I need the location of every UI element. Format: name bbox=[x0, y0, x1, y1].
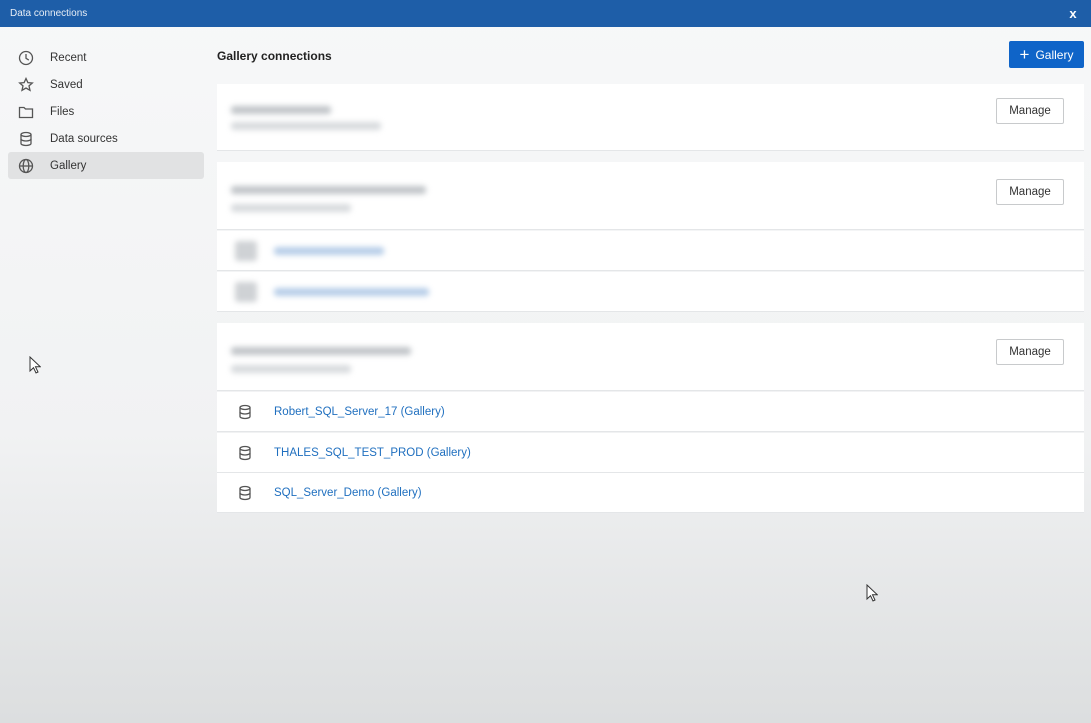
sidebar-item-label: Data sources bbox=[50, 132, 118, 145]
connection-group: Manage bbox=[217, 84, 1084, 151]
blurred-text bbox=[274, 247, 384, 255]
sidebar: Recent Saved Files Data sources Gallery bbox=[8, 44, 204, 179]
close-icon[interactable]: x bbox=[1065, 6, 1081, 21]
connection-group: Manage bbox=[217, 323, 1084, 391]
window-titlebar: Data connections x bbox=[0, 0, 1091, 27]
page-title: Gallery connections bbox=[217, 49, 332, 63]
add-gallery-button[interactable]: + Gallery bbox=[1009, 41, 1084, 68]
sidebar-item-data-sources[interactable]: Data sources bbox=[8, 125, 204, 152]
list-item[interactable] bbox=[217, 272, 1084, 312]
sidebar-item-label: Saved bbox=[50, 78, 83, 91]
connection-group-header: Manage bbox=[217, 162, 1084, 229]
sidebar-item-files[interactable]: Files bbox=[8, 98, 204, 125]
connection-row[interactable]: SQL_Server_Demo (Gallery) bbox=[217, 473, 1084, 513]
connection-row[interactable]: Robert_SQL_Server_17 (Gallery) bbox=[217, 392, 1084, 432]
clock-icon bbox=[18, 50, 34, 66]
list-item[interactable] bbox=[217, 231, 1084, 271]
plus-icon: + bbox=[1019, 45, 1030, 64]
manage-button[interactable]: Manage bbox=[996, 98, 1064, 124]
database-icon bbox=[235, 282, 257, 302]
connection-link[interactable]: THALES_SQL_TEST_PROD (Gallery) bbox=[274, 447, 471, 459]
add-gallery-label: Gallery bbox=[1035, 47, 1074, 62]
folder-icon bbox=[18, 104, 34, 120]
blurred-text bbox=[274, 288, 429, 296]
manage-button[interactable]: Manage bbox=[996, 339, 1064, 365]
blurred-text bbox=[231, 186, 426, 194]
sidebar-item-label: Recent bbox=[50, 51, 87, 64]
mouse-cursor-icon bbox=[866, 583, 879, 602]
database-icon bbox=[237, 485, 253, 501]
star-icon bbox=[18, 76, 34, 93]
blurred-text bbox=[231, 204, 351, 212]
sidebar-item-gallery[interactable]: Gallery bbox=[8, 152, 204, 179]
database-icon bbox=[18, 131, 34, 147]
blurred-text bbox=[231, 122, 381, 130]
sidebar-item-label: Files bbox=[50, 105, 75, 118]
sidebar-item-recent[interactable]: Recent bbox=[8, 44, 204, 71]
connection-row[interactable]: THALES_SQL_TEST_PROD (Gallery) bbox=[217, 433, 1084, 473]
connection-group: Manage bbox=[217, 162, 1084, 230]
sidebar-item-saved[interactable]: Saved bbox=[8, 71, 204, 98]
sidebar-item-label: Gallery bbox=[50, 159, 87, 172]
blurred-text bbox=[231, 106, 331, 114]
mouse-cursor-icon bbox=[29, 355, 42, 374]
database-icon bbox=[237, 445, 253, 461]
window-title: Data connections bbox=[10, 8, 88, 19]
manage-button[interactable]: Manage bbox=[996, 179, 1064, 205]
connection-group-header: Manage bbox=[217, 323, 1084, 390]
database-icon bbox=[235, 241, 257, 261]
connection-link[interactable]: Robert_SQL_Server_17 (Gallery) bbox=[274, 406, 445, 418]
blurred-text bbox=[231, 365, 351, 373]
globe-icon bbox=[18, 158, 34, 174]
connection-group-header: Manage bbox=[217, 84, 1084, 150]
database-icon bbox=[237, 404, 253, 420]
connection-link[interactable]: SQL_Server_Demo (Gallery) bbox=[274, 487, 422, 499]
blurred-text bbox=[231, 347, 411, 355]
